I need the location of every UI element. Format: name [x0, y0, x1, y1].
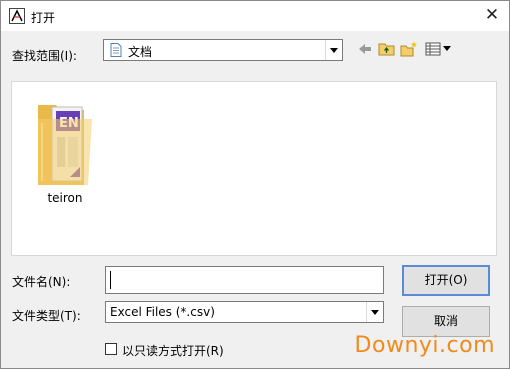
- folder-with-en-document-icon: EN: [38, 105, 92, 185]
- text-caret: [110, 271, 111, 289]
- app-icon: [9, 8, 25, 24]
- filename-label: 文件名(N):: [12, 275, 71, 289]
- up-folder-icon[interactable]: [378, 41, 396, 57]
- look-in-value: 文档: [128, 45, 153, 59]
- filename-input[interactable]: [105, 266, 384, 294]
- readonly-label[interactable]: 以只读方式打开(R): [122, 342, 224, 359]
- watermark-logo: Downyi.com: [354, 333, 495, 358]
- title-bar[interactable]: 打开 ✕: [1, 1, 509, 31]
- file-browser-pane[interactable]: EN teiron: [11, 81, 497, 256]
- look-in-label: 查找范围(I):: [12, 49, 77, 63]
- new-folder-icon[interactable]: [400, 41, 418, 57]
- readonly-checkbox[interactable]: [105, 343, 117, 355]
- view-menu-icon[interactable]: [425, 41, 453, 57]
- back-arrow-icon[interactable]: [356, 41, 374, 57]
- open-file-dialog: 打开 ✕ 查找范围(I): 文档 EN: [0, 0, 510, 369]
- filetype-combobox[interactable]: Excel Files (*.csv): [105, 301, 384, 323]
- close-icon: ✕: [484, 5, 500, 25]
- chevron-down-icon[interactable]: [366, 302, 383, 322]
- chevron-down-icon[interactable]: [325, 40, 342, 60]
- close-button[interactable]: ✕: [481, 5, 503, 27]
- file-name-label: teiron: [47, 191, 83, 205]
- dialog-title: 打开: [31, 11, 56, 25]
- open-button[interactable]: 打开(O): [402, 265, 490, 296]
- look-in-combobox[interactable]: 文档: [103, 39, 343, 61]
- file-item[interactable]: EN teiron: [32, 97, 98, 207]
- documents-folder-icon: [110, 43, 122, 57]
- filetype-value: Excel Files (*.csv): [110, 305, 215, 319]
- filetype-label: 文件类型(T):: [12, 309, 81, 323]
